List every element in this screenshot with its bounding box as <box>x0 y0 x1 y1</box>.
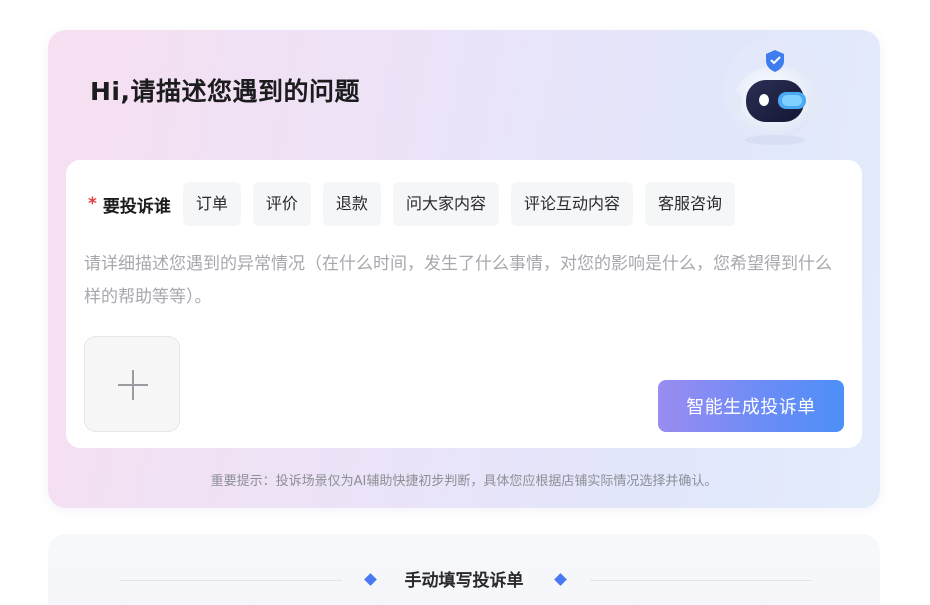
manual-section: 手动填写投诉单 <box>48 534 880 605</box>
page: Hi,请描述您遇到的问题 * 要投诉谁 订单 评价 退款 问大家内容 评论互动内… <box>0 0 930 605</box>
generate-complaint-button[interactable]: 智能生成投诉单 <box>658 380 844 432</box>
diamond-icon <box>364 573 377 586</box>
diamond-icon <box>554 573 567 586</box>
chip-refund[interactable]: 退款 <box>322 182 381 226</box>
description-input[interactable] <box>84 248 844 318</box>
upload-image-button[interactable] <box>84 336 180 432</box>
required-mark: * <box>88 194 97 214</box>
chip-review[interactable]: 评价 <box>252 182 311 226</box>
complaint-target-row: * 要投诉谁 订单 评价 退款 问大家内容 评论互动内容 客服咨询 <box>88 182 747 226</box>
manual-fill-title[interactable]: 手动填写投诉单 <box>388 566 540 596</box>
important-hint: 重要提示：投诉场景仅为AI辅助快捷初步判断，具体您应根据店铺实际情况选择并确认。 <box>210 474 718 489</box>
divider-right <box>590 580 812 581</box>
complaint-target-label: * 要投诉谁 <box>88 192 171 217</box>
chip-customer-service[interactable]: 客服咨询 <box>644 182 735 226</box>
robot-mascot-icon <box>723 38 827 145</box>
chip-ask-everyone[interactable]: 问大家内容 <box>392 182 499 226</box>
complaint-panel: * 要投诉谁 订单 评价 退款 问大家内容 评论互动内容 客服咨询 智能生成投诉… <box>66 160 862 448</box>
complaint-target-text: 要投诉谁 <box>102 196 171 217</box>
chip-order[interactable]: 订单 <box>182 182 241 226</box>
manual-header[interactable]: 手动填写投诉单 <box>48 566 880 596</box>
page-title: Hi,请描述您遇到的问题 <box>90 77 360 106</box>
complaint-card: Hi,请描述您遇到的问题 * 要投诉谁 订单 评价 退款 问大家内容 评论互动内… <box>48 30 880 508</box>
chip-comment-interaction[interactable]: 评论互动内容 <box>510 182 633 226</box>
divider-left <box>120 580 342 581</box>
